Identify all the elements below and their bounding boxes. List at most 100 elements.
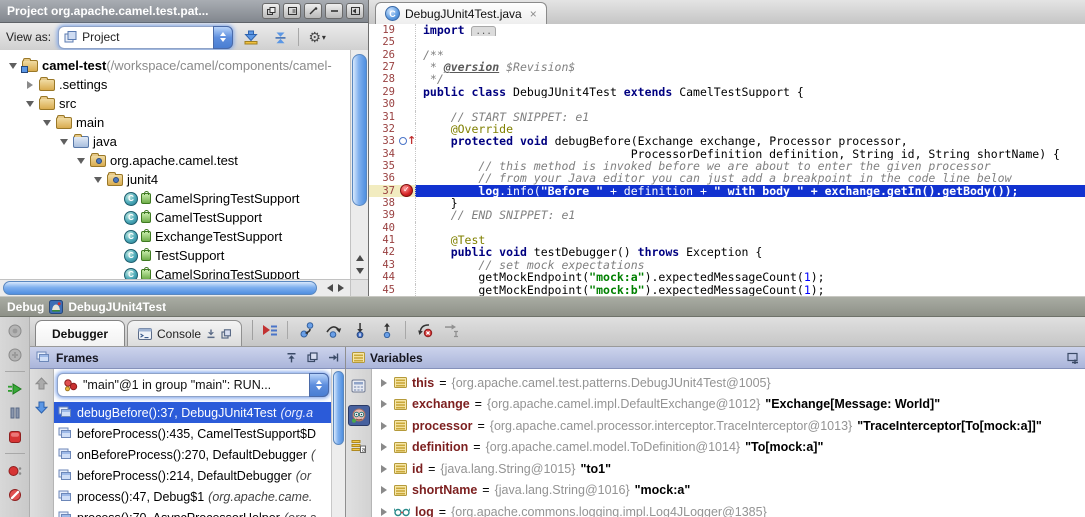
scrollbar-thumb[interactable] (352, 54, 367, 206)
float-panel-icon[interactable] (307, 352, 318, 363)
code-line-26[interactable]: 26/** (369, 49, 1085, 61)
scroll-to-top-icon[interactable] (286, 352, 297, 363)
variable-item[interactable]: log = {org.apache.commons.logging.impl.L… (372, 501, 1085, 517)
export-icon[interactable] (206, 329, 216, 339)
code-line-28[interactable]: 28 */ (369, 73, 1085, 85)
tree-item-camelspringtestsupport[interactable]: CCamelSpringTestSupport (0, 189, 352, 208)
frame-item[interactable]: process():70, AsyncProcessorHelper (org.… (54, 507, 332, 517)
expand-open-icon[interactable] (40, 115, 54, 130)
mute-breakpoints-icon[interactable] (6, 486, 24, 503)
code-line-39[interactable]: 39 // END SNIPPET: e1 (369, 209, 1085, 221)
dock-window-icon[interactable] (283, 3, 301, 19)
variable-item[interactable]: shortName = {java.lang.String@1016}"mock… (372, 480, 1085, 502)
tree-item-exchangetestsupport[interactable]: CExchangeTestSupport (0, 227, 352, 246)
tree-item-cameltestsupport[interactable]: CCamelTestSupport (0, 208, 352, 227)
expand-closed-icon[interactable] (379, 465, 389, 473)
code-line-25[interactable]: 25 (369, 36, 1085, 48)
expand-open-icon[interactable] (23, 96, 37, 111)
code-line-27[interactable]: 27 * @version $Revision$ (369, 61, 1085, 73)
expand-closed-icon[interactable] (23, 81, 37, 89)
code-line-45[interactable]: 45 getMockEndpoint("mock:b").expectedMes… (369, 284, 1085, 296)
tree-item-src[interactable]: src (0, 94, 352, 113)
collapse-all-icon[interactable] (269, 27, 291, 47)
hide-window-icon[interactable] (346, 3, 364, 19)
tree-item-org-apache-camel-test[interactable]: org.apache.camel.test (0, 151, 352, 170)
frame-item[interactable]: onBeforeProcess():270, DefaultDebugger ( (54, 444, 332, 465)
minimize-window-icon[interactable] (325, 3, 343, 19)
code-line-42[interactable]: 42 public void testDebugger() throws Exc… (369, 246, 1085, 258)
editor-tab[interactable]: C DebugJUnit4Test.java × (375, 2, 547, 24)
code-line-31[interactable]: 31 // START SNIPPET: e1 (369, 111, 1085, 123)
resume-icon[interactable] (6, 380, 24, 397)
tree-item-main[interactable]: main (0, 113, 352, 132)
step-over-icon[interactable] (324, 321, 342, 338)
select-stepper-icon[interactable] (213, 26, 233, 49)
pin-window-icon[interactable] (304, 3, 322, 19)
view-as-select[interactable]: Project (58, 26, 233, 49)
override-icon[interactable]: ↑ (398, 135, 415, 147)
tree-item-testsupport[interactable]: CTestSupport (0, 246, 352, 265)
code-line-30[interactable]: 30 (369, 98, 1085, 110)
float-window-icon[interactable] (262, 3, 280, 19)
expand-open-icon[interactable] (6, 58, 20, 73)
code-line-19[interactable]: 19import ... (369, 24, 1085, 36)
frame-item[interactable]: process():47, Debug$1 (org.apache.came. (54, 486, 332, 507)
hide-panel-icon[interactable] (328, 352, 339, 363)
expand-open-icon[interactable] (57, 134, 71, 149)
scroll-down-icon[interactable] (353, 265, 367, 278)
expand-closed-icon[interactable] (379, 443, 389, 451)
scroll-from-source-icon[interactable] (240, 27, 262, 47)
drop-frame-icon[interactable] (415, 321, 433, 338)
frame-down-icon[interactable] (35, 401, 48, 414)
variable-item[interactable]: this = {org.apache.camel.test.patterns.D… (372, 372, 1085, 394)
frame-item[interactable]: debugBefore():37, DebugJUnit4Test (org.a (54, 402, 332, 423)
variable-item[interactable]: definition = {org.apache.camel.model.ToD… (372, 437, 1085, 459)
frame-item[interactable]: beforeProcess():214, DefaultDebugger (or (54, 465, 332, 486)
variable-item[interactable]: processor = {org.apache.camel.processor.… (372, 415, 1085, 437)
tree-item--settings[interactable]: .settings (0, 75, 352, 94)
code-line-40[interactable]: 40 (369, 222, 1085, 234)
code-line-43[interactable]: 43 // set mock expectations (369, 259, 1085, 271)
project-horizontal-scrollbar[interactable] (0, 279, 352, 296)
code-line-36[interactable]: 36 // from your Java editor you can just… (369, 172, 1085, 184)
tree-item-camelspringtestsupport[interactable]: CCamelSpringTestSupport (0, 265, 352, 280)
code-line-29[interactable]: 29public class DebugJUnit4Test extends C… (369, 86, 1085, 98)
code-line-33[interactable]: 33↑ protected void debugBefore(Exchange … (369, 135, 1085, 147)
tree-item-camel-test[interactable]: camel-test (/workspace/camel/components/… (0, 56, 352, 75)
scroll-up-icon[interactable] (353, 251, 367, 264)
watch-view-icon[interactable] (348, 405, 370, 426)
hot-swap-icon[interactable] (6, 346, 24, 363)
tree-item-java[interactable]: java (0, 132, 352, 151)
pause-icon[interactable] (6, 404, 24, 421)
variable-item[interactable]: id = {java.lang.String@1015}"to1" (372, 458, 1085, 480)
sort-alphabetically-icon[interactable]: a (348, 435, 370, 456)
expand-closed-icon[interactable] (379, 486, 389, 494)
code-line-37[interactable]: 37 log.info("Before " + definition + " w… (369, 185, 1085, 197)
code-line-32[interactable]: 32 @Override (369, 123, 1085, 135)
stop-icon[interactable] (6, 428, 24, 445)
code-line-38[interactable]: 38 } (369, 197, 1085, 209)
frames-scrollbar[interactable] (331, 369, 345, 517)
tree-item-junit4[interactable]: junit4 (0, 170, 352, 189)
expand-open-icon[interactable] (91, 172, 105, 187)
step-into-icon[interactable] (297, 321, 315, 338)
view-breakpoints-icon[interactable] (6, 462, 24, 479)
scroll-right-icon[interactable] (336, 282, 350, 295)
force-step-into-icon[interactable] (351, 321, 369, 338)
code-line-44[interactable]: 44 getMockEndpoint("mock:a").expectedMes… (369, 271, 1085, 283)
code-line-34[interactable]: 34 ProcessorDefinition definition, Strin… (369, 148, 1085, 160)
select-stepper-icon[interactable] (309, 373, 329, 397)
run-to-cursor-icon[interactable] (442, 321, 460, 338)
evaluate-expression-icon[interactable] (348, 375, 370, 396)
thread-selector[interactable]: "main"@1 in group "main": RUN... (57, 373, 329, 397)
expand-open-icon[interactable] (74, 153, 88, 168)
show-execution-point-icon[interactable] (260, 321, 278, 338)
project-vertical-scrollbar[interactable] (350, 50, 368, 280)
scrollbar-thumb[interactable] (3, 281, 317, 295)
tab-debugger[interactable]: Debugger (35, 320, 125, 346)
expand-closed-icon[interactable] (379, 400, 389, 408)
float-panel-icon[interactable] (221, 329, 231, 339)
rerun-icon[interactable] (6, 322, 24, 339)
frame-up-icon[interactable] (35, 377, 48, 390)
settings-gear-icon[interactable]: ⚙▾ (306, 27, 328, 47)
